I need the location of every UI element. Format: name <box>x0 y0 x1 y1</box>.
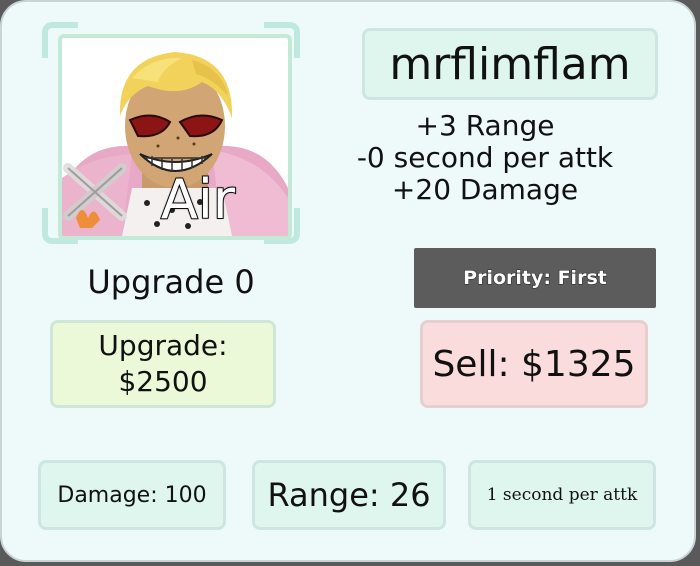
bonus-range: +3 Range <box>415 109 555 142</box>
upgrade-button-cost: $2500 <box>118 365 208 398</box>
attack-speed-stat: 1 second per attk <box>468 460 656 530</box>
bonus-damage: +20 Damage <box>391 173 579 206</box>
unit-element-label: Air <box>160 168 236 231</box>
unit-info-panel: Air mrflimflam +3 Range -0 second per at… <box>0 0 696 562</box>
priority-button[interactable]: Priority: First <box>414 248 656 308</box>
upgrade-bonus-list: +3 Range -0 second per attk +20 Damage <box>332 110 638 206</box>
upgrade-level: Upgrade 0 <box>87 263 255 301</box>
sell-button[interactable]: Sell: $1325 <box>420 320 648 408</box>
range-stat: Range: 26 <box>252 460 446 530</box>
bonus-attack-speed: -0 second per attk <box>356 141 614 174</box>
upgrade-button[interactable]: Upgrade: $2500 <box>50 320 276 408</box>
damage-stat: Damage: 100 <box>38 460 226 530</box>
unit-portrait: Air <box>58 34 292 240</box>
portrait-frame: Air <box>42 22 300 244</box>
upgrade-button-label: Upgrade: <box>98 329 228 362</box>
unit-name: mrflimflam <box>362 28 658 100</box>
